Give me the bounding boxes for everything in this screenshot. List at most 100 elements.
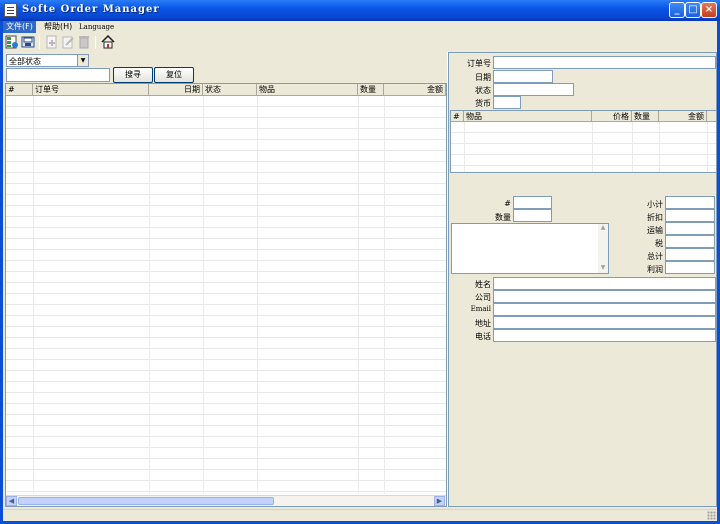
status-filter-select[interactable]: 全部状态 ▼ (6, 54, 89, 67)
database-icon[interactable] (5, 35, 19, 49)
title-bar[interactable]: Softe Order Manager _ □ × (0, 0, 720, 21)
grid-column-line (33, 96, 34, 494)
toolbar (3, 34, 717, 52)
item-number-label: # (504, 199, 511, 208)
horizontal-scrollbar[interactable]: ◀ ▶ (6, 495, 446, 506)
toolbar-separator (95, 36, 96, 49)
menu-bar: 文件(F) 帮助(H) Language (3, 21, 717, 33)
reset-button[interactable]: 复位 (154, 67, 194, 83)
column-header-order-no[interactable]: 订单号 (33, 84, 149, 96)
company-label: 公司 (475, 293, 491, 302)
order-items-rows[interactable] (451, 122, 716, 172)
column-header-quantity[interactable]: 数量 (358, 84, 384, 96)
name-field[interactable] (493, 277, 716, 290)
quantity-field[interactable] (513, 209, 552, 222)
company-field[interactable] (493, 290, 716, 303)
menu-help[interactable]: 帮助(H) (41, 21, 75, 33)
status-field[interactable] (493, 83, 574, 96)
grid-column-line (707, 122, 708, 172)
subtotal-field[interactable] (665, 196, 715, 209)
scroll-up-icon[interactable]: ▲ (598, 224, 608, 233)
order-no-label: 订单号 (467, 59, 491, 68)
date-label: 日期 (475, 73, 491, 82)
address-label: 地址 (475, 319, 491, 328)
currency-field[interactable] (493, 96, 521, 109)
menu-file[interactable]: 文件(F) (3, 21, 36, 33)
shipping-label: 运输 (647, 226, 663, 235)
scroll-left-icon[interactable]: ◀ (6, 496, 17, 506)
minimize-button[interactable]: _ (669, 2, 685, 18)
search-button[interactable]: 搜寻 (113, 67, 153, 83)
subtotal-label: 小计 (647, 200, 663, 209)
phone-label: 电话 (475, 332, 491, 341)
order-list-header: # 订单号 日期 状态 物品 数量 金额 (6, 84, 446, 96)
search-input[interactable] (6, 68, 110, 82)
scroll-down-icon[interactable]: ▼ (598, 264, 608, 273)
column-header-status[interactable]: 状态 (203, 84, 257, 96)
column-header-date[interactable]: 日期 (149, 84, 203, 96)
items-header-amount[interactable]: 金额 (659, 111, 707, 122)
edit-icon[interactable] (61, 35, 75, 49)
menu-language[interactable]: Language (76, 21, 117, 33)
column-header-amount[interactable]: 金额 (384, 84, 446, 96)
status-label: 状态 (475, 86, 491, 95)
delete-icon[interactable] (77, 35, 91, 49)
maximize-button[interactable]: □ (685, 2, 701, 18)
grid-column-line (464, 122, 465, 172)
item-number-field[interactable] (513, 196, 552, 209)
notes-vertical-scrollbar[interactable]: ▲ ▼ (598, 224, 608, 273)
grid-column-line (149, 96, 150, 494)
notes-textarea[interactable]: ▲ ▼ (451, 223, 609, 274)
order-detail-panel: 订单号 日期 状态 货币 # 物品 价格 数量 金额 # 数量 ▲ ▼ 小计 折… (448, 52, 717, 507)
grid-column-line (358, 96, 359, 494)
grid-column-line (592, 122, 593, 172)
order-items-table[interactable]: # 物品 价格 数量 金额 (450, 110, 717, 173)
grid-column-line (384, 96, 385, 494)
resize-grip-icon[interactable] (707, 511, 716, 520)
quantity-label: 数量 (495, 213, 511, 222)
profit-label: 利润 (647, 265, 663, 274)
scroll-right-icon[interactable]: ▶ (434, 496, 445, 506)
currency-label: 货币 (475, 99, 491, 108)
tax-label: 税 (655, 239, 663, 248)
items-header-quantity[interactable]: 数量 (632, 111, 659, 122)
grid-column-line (257, 96, 258, 494)
home-icon[interactable] (101, 35, 115, 49)
grid-column-line (632, 122, 633, 172)
address-field[interactable] (493, 316, 716, 329)
profit-field[interactable] (665, 261, 715, 274)
order-list-table[interactable]: # 订单号 日期 状态 物品 数量 金额 ◀ ▶ (5, 83, 447, 507)
order-items-header: # 物品 价格 数量 金额 (451, 111, 716, 122)
column-header-item[interactable]: 物品 (257, 84, 358, 96)
column-header-number[interactable]: # (6, 84, 33, 96)
items-header-item[interactable]: 物品 (464, 111, 592, 122)
grid-column-line (203, 96, 204, 494)
shipping-field[interactable] (665, 222, 715, 235)
total-label: 总计 (647, 252, 663, 261)
total-field[interactable] (665, 248, 715, 261)
discount-field[interactable] (665, 209, 715, 222)
email-label: Email (470, 305, 491, 313)
app-window: Softe Order Manager _ □ × 文件(F) 帮助(H) La… (0, 0, 720, 524)
scrollbar-thumb[interactable] (18, 497, 274, 505)
order-list-rows[interactable] (6, 96, 446, 494)
discount-label: 折扣 (647, 213, 663, 222)
items-header-number[interactable]: # (451, 111, 464, 122)
status-filter-value: 全部状态 (9, 57, 41, 66)
grid-column-line (659, 122, 660, 172)
chevron-down-icon[interactable]: ▼ (77, 55, 88, 66)
email-field[interactable] (493, 303, 716, 316)
app-document-icon (4, 3, 17, 17)
order-no-field[interactable] (493, 56, 716, 69)
tax-field[interactable] (665, 235, 715, 248)
name-label: 姓名 (475, 280, 491, 289)
save-icon[interactable] (21, 35, 35, 49)
client-area: 文件(F) 帮助(H) Language 全部状态 ▼ 搜寻 复位 # 订单号 … (3, 21, 717, 521)
date-field[interactable] (493, 70, 553, 83)
new-order-icon[interactable] (45, 35, 59, 49)
items-header-price[interactable]: 价格 (592, 111, 632, 122)
window-title: Softe Order Manager (22, 4, 160, 15)
status-bar (3, 509, 717, 521)
phone-field[interactable] (493, 329, 716, 342)
close-button[interactable]: × (701, 2, 717, 18)
